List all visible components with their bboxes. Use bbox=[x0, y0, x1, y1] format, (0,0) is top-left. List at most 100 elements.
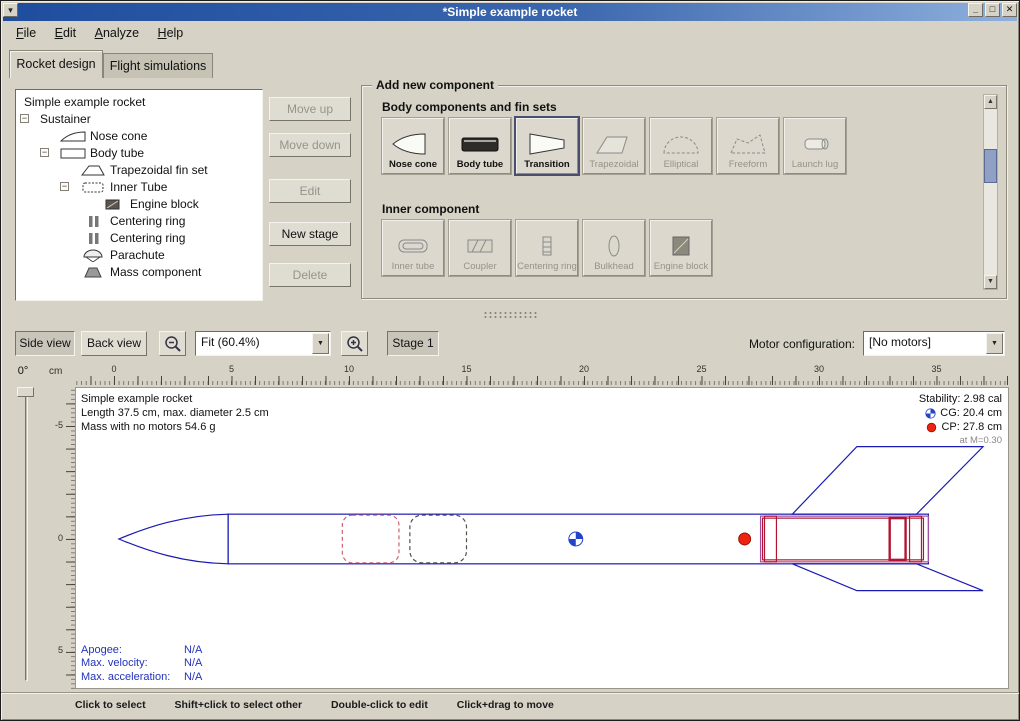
window-controls: _ □ ✕ bbox=[968, 3, 1017, 17]
tree-row-engine-block[interactable]: Engine block bbox=[16, 196, 262, 213]
centering-ring-fore-outline[interactable] bbox=[765, 516, 777, 562]
cp-legend-icon bbox=[926, 422, 937, 433]
tree-item-label: Simple example rocket bbox=[24, 95, 145, 109]
close-button[interactable]: ✕ bbox=[1002, 3, 1017, 17]
add-inner-tube-button[interactable]: Inner tube bbox=[382, 220, 444, 276]
tree-row-parachute[interactable]: Parachute bbox=[16, 247, 262, 264]
tree-row-body-tube[interactable]: − Body tube bbox=[16, 145, 262, 162]
side-view-button[interactable]: Side view bbox=[15, 331, 75, 356]
ruler-tick-label: 15 bbox=[458, 364, 476, 374]
new-stage-button[interactable]: New stage bbox=[269, 222, 351, 246]
vertical-ruler: -5 0 5 bbox=[49, 387, 75, 689]
tab-rocket-design[interactable]: Rocket design bbox=[9, 50, 103, 78]
rotation-slider-handle[interactable] bbox=[17, 387, 34, 397]
add-centering-ring-button[interactable]: Centering ring bbox=[516, 220, 578, 276]
add-bulkhead-button[interactable]: Bulkhead bbox=[583, 220, 645, 276]
menu-edit[interactable]: Edit bbox=[48, 24, 84, 42]
add-freeform-fin-button[interactable]: Freeform bbox=[717, 118, 779, 174]
mass-component-outline[interactable] bbox=[410, 515, 467, 563]
fin-tab-outline[interactable] bbox=[761, 516, 929, 562]
trapezoidal-fin-icon bbox=[592, 131, 636, 157]
add-launch-lug-button[interactable]: Launch lug bbox=[784, 118, 846, 174]
tree-row-rocket[interactable]: Simple example rocket bbox=[16, 94, 262, 111]
component-button-label: Elliptical bbox=[664, 160, 699, 170]
title-bar[interactable]: *Simple example rocket bbox=[3, 3, 1017, 21]
engine-block-outline[interactable] bbox=[890, 518, 906, 560]
fin-lower-shape[interactable] bbox=[792, 564, 983, 591]
tree-expander-icon[interactable]: − bbox=[40, 148, 49, 157]
add-component-title: Add new component bbox=[372, 78, 498, 92]
bulkhead-icon bbox=[592, 233, 636, 259]
scroll-up-icon[interactable]: ▲ bbox=[984, 95, 997, 109]
window-menu-icon[interactable]: ▾ bbox=[3, 3, 18, 17]
tree-row-mass-component[interactable]: Mass component bbox=[16, 264, 262, 281]
rocket-dimensions: Length 37.5 cm, max. diameter 2.5 cm bbox=[81, 406, 269, 420]
add-trapezoidal-fin-button[interactable]: Trapezoidal bbox=[583, 118, 645, 174]
tab-flight-simulations[interactable]: Flight simulations bbox=[103, 53, 213, 78]
back-view-button[interactable]: Back view bbox=[81, 331, 147, 356]
fin-upper-shape[interactable] bbox=[792, 447, 983, 515]
menu-bar: File Edit Analyze Help bbox=[3, 21, 1017, 45]
menu-analyze[interactable]: Analyze bbox=[88, 24, 146, 42]
component-panel-scrollbar[interactable]: ▲ ▼ bbox=[983, 94, 998, 290]
motor-configuration-select[interactable]: [No motors] ▼ bbox=[863, 331, 1005, 356]
chevron-down-icon[interactable]: ▼ bbox=[312, 333, 329, 354]
zoom-in-button[interactable] bbox=[341, 331, 368, 356]
add-engine-block-button[interactable]: Engine block bbox=[650, 220, 712, 276]
ruler-tick-label: 0 bbox=[49, 533, 63, 543]
tree-row-centering-ring-2[interactable]: Centering ring bbox=[16, 230, 262, 247]
inner-components-row: Inner tube Coupler Centering ring bbox=[382, 220, 712, 276]
tree-row-inner-tube[interactable]: − Inner Tube bbox=[16, 179, 262, 196]
delete-button[interactable]: Delete bbox=[269, 263, 351, 287]
rocket-canvas[interactable]: Simple example rocket Length 37.5 cm, ma… bbox=[75, 387, 1009, 689]
tree-item-label: Inner Tube bbox=[110, 180, 167, 194]
max-acceleration-value: N/A bbox=[184, 671, 202, 685]
zoom-select[interactable]: Fit (60.4%) ▼ bbox=[195, 331, 331, 356]
chevron-down-icon[interactable]: ▼ bbox=[986, 333, 1003, 354]
parachute-outline[interactable] bbox=[342, 515, 399, 563]
centering-ring-aft-outline[interactable] bbox=[910, 516, 922, 562]
tree-expander-icon[interactable]: − bbox=[20, 114, 29, 123]
ruler-tick-label: 5 bbox=[49, 645, 63, 655]
tree-row-fin-set[interactable]: Trapezoidal fin set bbox=[16, 162, 262, 179]
menu-help[interactable]: Help bbox=[151, 24, 191, 42]
cg-value: CG: 20.4 cm bbox=[940, 406, 1002, 420]
nose-cone-shape[interactable] bbox=[119, 514, 228, 564]
transition-icon bbox=[525, 131, 569, 157]
rocket-info: Simple example rocket Length 37.5 cm, ma… bbox=[81, 392, 269, 434]
stage-1-toggle[interactable]: Stage 1 bbox=[387, 331, 439, 356]
tree-expander-icon[interactable]: − bbox=[60, 182, 69, 191]
tree-item-label: Centering ring bbox=[110, 214, 185, 228]
add-nose-cone-button[interactable]: Nose cone bbox=[382, 118, 444, 174]
component-button-label: Inner tube bbox=[392, 262, 435, 272]
body-components-row: Nose cone Body tube Transition Trape bbox=[382, 118, 846, 174]
cg-marker bbox=[569, 532, 583, 546]
tree-item-label: Centering ring bbox=[110, 231, 185, 245]
add-coupler-button[interactable]: Coupler bbox=[449, 220, 511, 276]
ruler-unit-label: cm bbox=[49, 366, 69, 377]
add-elliptical-fin-button[interactable]: Elliptical bbox=[650, 118, 712, 174]
max-velocity-label: Max. velocity: bbox=[81, 657, 184, 671]
splitter-handle[interactable] bbox=[483, 311, 539, 318]
move-down-button[interactable]: Move down bbox=[269, 133, 351, 157]
add-transition-button[interactable]: Transition bbox=[516, 118, 578, 174]
body-components-section-label: Body components and fin sets bbox=[382, 100, 557, 114]
move-up-button[interactable]: Move up bbox=[269, 97, 351, 121]
tree-row-centering-ring-1[interactable]: Centering ring bbox=[16, 213, 262, 230]
minimize-button[interactable]: _ bbox=[968, 3, 983, 17]
inner-tube-outline[interactable] bbox=[763, 518, 924, 560]
edit-button[interactable]: Edit bbox=[269, 179, 351, 203]
maximize-button[interactable]: □ bbox=[985, 3, 1000, 17]
scrollbar-thumb[interactable] bbox=[984, 149, 997, 183]
component-button-label: Bulkhead bbox=[594, 262, 634, 272]
mass-component-icon bbox=[80, 266, 106, 279]
rotation-slider-track[interactable] bbox=[25, 393, 28, 681]
component-tree[interactable]: Simple example rocket − Sustainer Nose c… bbox=[15, 89, 263, 301]
add-body-tube-button[interactable]: Body tube bbox=[449, 118, 511, 174]
tree-row-nose-cone[interactable]: Nose cone bbox=[16, 128, 262, 145]
tree-row-sustainer[interactable]: − Sustainer bbox=[16, 111, 262, 128]
component-button-label: Coupler bbox=[463, 262, 496, 272]
menu-file[interactable]: File bbox=[9, 24, 43, 42]
zoom-out-button[interactable] bbox=[159, 331, 186, 356]
scroll-down-icon[interactable]: ▼ bbox=[984, 275, 997, 289]
